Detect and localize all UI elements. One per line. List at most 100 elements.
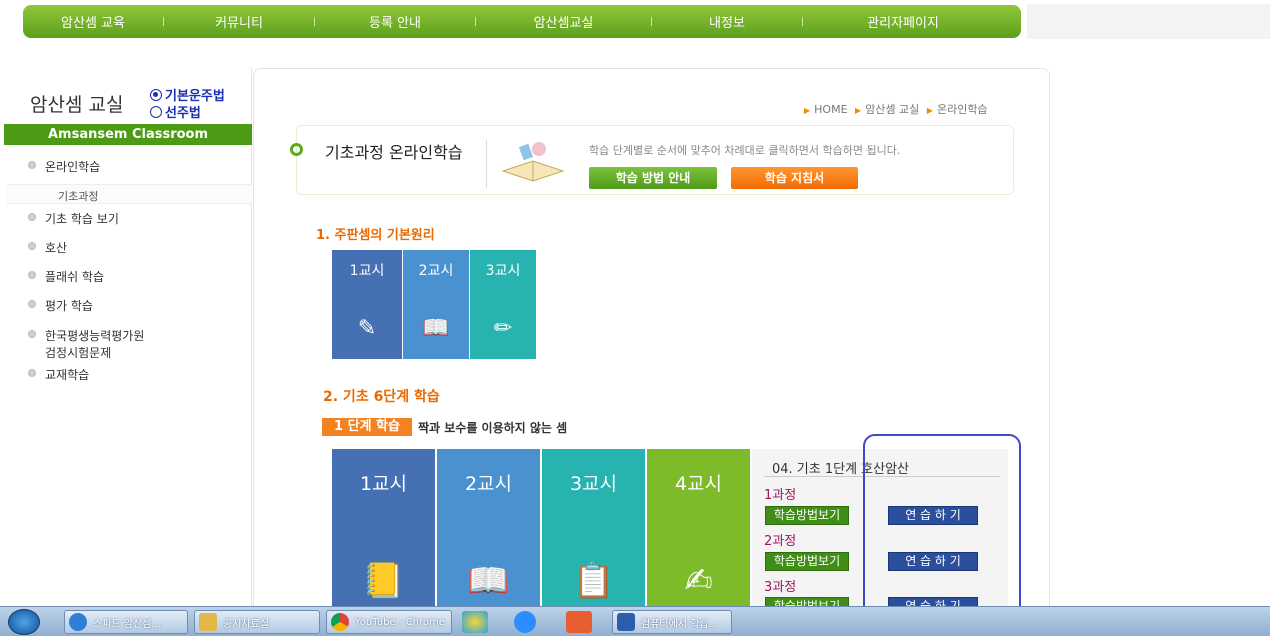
arrow-icon: ▶ [926, 106, 933, 115]
sidebar-item-label: 호산 [45, 241, 68, 255]
pen-book-icon: ✎ [357, 316, 377, 341]
arrow-icon: ▶ [804, 106, 811, 115]
taskbar-item-chrome[interactable]: YouTube - Chrome [326, 610, 452, 634]
arrow-icon: ▶ [855, 106, 862, 115]
circle-icon [290, 143, 303, 156]
section2-tile-1[interactable]: 1교시 📒 [332, 449, 435, 606]
nav-item-classroom[interactable]: 암산셈교실 [476, 12, 651, 31]
top-navigation: 암산셈 교육 커뮤니티 등록 안내 암산셈교실 내정보 관리자페이지 [23, 5, 1021, 38]
bullet-icon [28, 271, 36, 279]
sidebar-subitem-label: 기초과정 [58, 190, 99, 203]
sidebar-subitem-basic-course[interactable]: 기초과정 [6, 184, 252, 204]
section1-tile-2[interactable]: 2교시 📖 [403, 250, 469, 359]
nav-item-admin[interactable]: 관리자페이지 [803, 12, 1003, 31]
messenger-icon[interactable] [462, 611, 488, 633]
sidebar-item-label: 평가 학습 [45, 299, 93, 313]
open-book-icon: 📖 [422, 316, 450, 341]
learning-guide-button[interactable]: 학습 지침서 [731, 167, 858, 189]
sidebar-item-label-line1: 한국평생능력평가원 [45, 329, 145, 343]
taskbar-item-label: 컴퓨터에서 학습... [641, 618, 719, 630]
taskbar-item-ie[interactable]: 스피드 암산셈... [64, 610, 188, 634]
radio-checked-icon [150, 88, 162, 101]
page-title: 기초과정 온라인학습 [325, 143, 463, 162]
book-pen-icon: 📒 [362, 561, 405, 601]
folder-icon [199, 613, 217, 631]
nav-item-registration[interactable]: 등록 안내 [315, 12, 475, 31]
remote-learning-icon [617, 613, 635, 631]
stage-description: 짝과 보수를 이용하지 않는 셈 [418, 421, 568, 435]
tile-label: 3교시 [569, 473, 618, 495]
windows-start-icon[interactable] [8, 609, 40, 635]
course-1-label: 1과정 [764, 488, 797, 503]
divider [486, 140, 487, 188]
radio-first-method[interactable]: 선주법 [150, 102, 201, 121]
open-book-icon: 📖 [467, 561, 510, 601]
section1-title: 1. 주판셈의 기본원리 [316, 228, 435, 243]
course-1-method-button[interactable]: 학습방법보기 [765, 506, 849, 525]
breadcrumb: ▶ HOME ▶ 암산셈 교실 ▶ 온라인학습 [800, 101, 988, 117]
sidebar-item-label: 교재학습 [45, 368, 90, 382]
sidebar-item-label: 기초 학습 보기 [45, 212, 119, 226]
section1-tile-1[interactable]: 1교시 ✎ [332, 250, 402, 359]
taskbar: 스피드 암산셈... 공지자료실 YouTube - Chrome 컴퓨터에서 … [0, 606, 1270, 636]
top-right-area [1027, 4, 1270, 39]
taskbar-item-label: 스피드 암산셈... [93, 618, 161, 630]
tile-label: 2교시 [418, 263, 454, 279]
sidebar-item-online-learning[interactable]: 온라인학습 [28, 158, 100, 175]
breadcrumb-online-learning[interactable]: 온라인학습 [937, 103, 988, 116]
nav-item-community[interactable]: 커뮤니티 [164, 12, 314, 31]
bullet-icon [28, 161, 36, 169]
sidebar-item-textbook[interactable]: 교재학습 [28, 366, 89, 383]
sidebar-item-label-line2: 검정시험문제 [45, 346, 112, 360]
zoom-icon[interactable] [514, 611, 536, 633]
sidebar-item-exam[interactable]: 한국평생능력평가원 검정시험문제 [28, 327, 144, 361]
tile-label: 3교시 [485, 263, 521, 279]
stage-badge: 1 단계 학습 [322, 418, 412, 436]
taskbar-item-label: 공지자료실 [223, 618, 269, 630]
annotation-highlight [863, 434, 1021, 630]
nav-item-my-info[interactable]: 내정보 [652, 12, 802, 31]
tile-label: 4교시 [674, 473, 723, 495]
presentation-icon[interactable] [566, 611, 592, 633]
sidebar-item-evaluation[interactable]: 평가 학습 [28, 297, 93, 314]
sidebar-item-label: 플래쉬 학습 [45, 270, 105, 284]
radio-unchecked-icon [150, 105, 162, 118]
sidebar-title: 암산셈 교실 [30, 94, 124, 116]
bullet-icon [28, 369, 36, 377]
taskbar-item-label: YouTube - Chrome [355, 616, 445, 628]
writing-icon: ✍ [684, 561, 713, 601]
taskbar-item-folder[interactable]: 공지자료실 [194, 610, 320, 634]
breadcrumb-classroom[interactable]: 암산셈 교실 [865, 103, 919, 116]
section1-tile-3[interactable]: 3교시 ✏ [470, 250, 536, 359]
course-2-method-button[interactable]: 학습방법보기 [765, 552, 849, 571]
chrome-icon [331, 613, 349, 631]
taskbar-item-learning[interactable]: 컴퓨터에서 학습... [612, 610, 732, 634]
nav-item-education[interactable]: 암산셈 교육 [23, 12, 163, 31]
learning-method-button[interactable]: 학습 방법 안내 [589, 167, 717, 189]
course-3-label: 3과정 [764, 580, 797, 595]
header-description: 학습 단계별로 순서에 맞추어 차례대로 클릭하면서 학습하면 됩니다. [589, 144, 901, 157]
sidebar-item-hosan[interactable]: 호산 [28, 239, 67, 256]
course-2-label: 2과정 [764, 534, 797, 549]
tile-label: 1교시 [359, 473, 408, 495]
breadcrumb-home[interactable]: HOME [814, 103, 847, 116]
bullet-icon [28, 213, 36, 221]
bullet-icon [28, 330, 36, 338]
sidebar-item-label: 온라인학습 [45, 160, 101, 174]
bullet-icon [28, 242, 36, 250]
sidebar-item-label: 한국평생능력평가원 검정시험문제 [45, 327, 144, 361]
clipboard-icon: 📋 [572, 561, 615, 601]
study-illustration-icon [501, 142, 565, 182]
section2-tile-3[interactable]: 3교시 📋 [542, 449, 645, 606]
tile-label: 2교시 [464, 473, 513, 495]
section2-tile-2[interactable]: 2교시 📖 [437, 449, 540, 606]
tile-label: 1교시 [349, 263, 385, 279]
section2-title: 2. 기초 6단계 학습 [323, 389, 440, 405]
pencil-icon: ✏ [493, 316, 513, 341]
sidebar-banner: Amsansem Classroom [4, 124, 252, 145]
sidebar-item-flash[interactable]: 플래쉬 학습 [28, 268, 104, 285]
section2-tile-4[interactable]: 4교시 ✍ [647, 449, 750, 606]
bullet-icon [28, 300, 36, 308]
radio-first-label: 선주법 [165, 106, 201, 121]
sidebar-item-basic-view[interactable]: 기초 학습 보기 [28, 210, 119, 227]
